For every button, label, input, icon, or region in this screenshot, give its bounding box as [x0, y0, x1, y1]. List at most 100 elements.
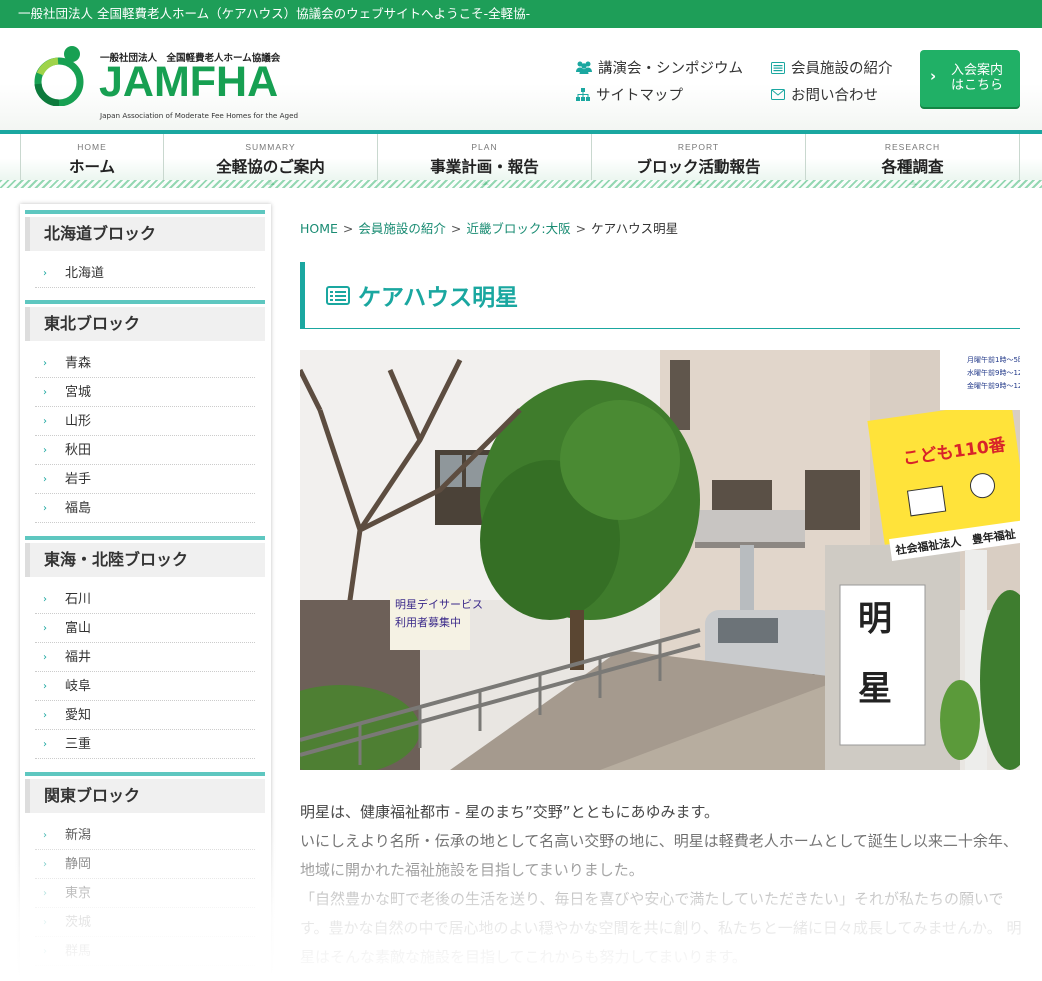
sidebar-item[interactable]: › 北海道 — [35, 259, 255, 288]
nav-research-en: RESEARCH — [884, 142, 941, 152]
sidebar-item[interactable]: › 福井 — [35, 643, 255, 672]
list-icon — [326, 285, 350, 305]
header-link-contact-label: お問い合わせ — [791, 88, 878, 104]
chevron-right-icon: › — [43, 681, 47, 692]
breadcrumb-home[interactable]: HOME — [300, 221, 338, 236]
photo-clinic-text3: 金曜午前9時～12時 — [967, 381, 1020, 390]
photo-stone-sign-char1: 明 — [858, 599, 892, 639]
nav-summary[interactable]: SUMMARY 全軽協のご案内 — [164, 134, 378, 185]
photo-clinic-text2: 水曜午前9時～12時 — [967, 368, 1020, 377]
chevron-right-icon: › — [43, 594, 47, 605]
header-link-contact[interactable]: お問い合わせ — [771, 84, 878, 105]
nav-research[interactable]: RESEARCH 各種調査 — [806, 134, 1020, 185]
chevron-right-icon: › — [930, 67, 937, 85]
sidebar-item-label: 群馬 — [65, 944, 92, 959]
welcome-bar: 一般社団法人 全国軽費老人ホーム（ケアハウス）協議会のウェブサイトへようこそ-全… — [0, 0, 1042, 28]
sidebar-item[interactable]: › 福島 — [35, 494, 255, 523]
chevron-right-icon: › — [43, 387, 47, 398]
logo-wordmark: JAMFHA — [99, 58, 279, 106]
join-button[interactable]: › 入会案内 はこちら — [920, 50, 1020, 107]
header-link-sitemap-label: サイトマップ — [596, 88, 683, 104]
sidebar-block-hokkaido: 北海道ブロック › 北海道 — [25, 210, 265, 288]
sidebar-block-tohoku: 東北ブロック › 青森 › 宮城 › 山形 › 秋田 › 岩手 › 福島 — [25, 300, 265, 523]
breadcrumb-facilities[interactable]: 会員施設の紹介 — [358, 221, 446, 236]
photo-clinic-text1: 月曜午前1時～5時 — [967, 355, 1020, 364]
list-icon — [771, 61, 785, 74]
logo-english: Japan Association of Moderate Fee Homes … — [100, 111, 299, 120]
nav-stripe — [0, 180, 1042, 188]
sidebar-item[interactable]: › 群馬 — [35, 937, 255, 966]
chevron-right-icon: › — [43, 917, 47, 928]
chevron-right-icon: › — [43, 830, 47, 841]
description-paragraph-2: いにしえより名所・伝承の地として名高い交野の地に、明星は軽費老人ホームとして誕生… — [300, 832, 1018, 879]
logo-mark-icon — [34, 46, 84, 106]
nav-report[interactable]: REPORT ブロック活動報告 — [592, 134, 806, 185]
sidebar-item[interactable]: › 静岡 — [35, 850, 255, 879]
sidebar-item[interactable]: › 石川 — [35, 585, 255, 614]
sidebar-block-tokai-hokuriku: 東海・北陸ブロック › 石川 › 富山 › 福井 › 岐阜 › 愛知 › 三重 — [25, 536, 265, 759]
nav-plan-en: PLAN — [471, 142, 498, 152]
chevron-right-icon: › — [43, 946, 47, 957]
sidebar-item[interactable]: › 茨城 — [35, 908, 255, 937]
nav-report-label: ブロック活動報告 — [636, 158, 761, 176]
chevron-right-icon: › — [43, 268, 47, 279]
sidebar-item[interactable]: › 山形 — [35, 407, 255, 436]
sidebar-item[interactable]: › 岩手 — [35, 465, 255, 494]
page-title-box: ケアハウス明星 — [300, 262, 1020, 329]
sidebar-item[interactable]: › 青森 — [35, 349, 255, 378]
sidebar-item-label: 静岡 — [65, 857, 92, 872]
sidebar-item-label: 福井 — [65, 650, 92, 665]
breadcrumb-current: ケアハウス明星 — [591, 221, 679, 236]
sidebar-item-label: 東京 — [65, 886, 92, 901]
sidebar: 北海道ブロック › 北海道 東北ブロック › 青森 › 宮城 › 山形 › 秋田 › 岩手 … — [20, 204, 271, 981]
chevron-right-icon: › — [43, 652, 47, 663]
sidebar-item[interactable]: › 東京 — [35, 879, 255, 908]
sidebar-item[interactable]: › 富山 — [35, 614, 255, 643]
sidebar-item[interactable]: › 秋田 — [35, 436, 255, 465]
sidebar-item-label: 青森 — [65, 356, 92, 371]
facility-description: 明星は、健康福祉都市 - 星のまち”交野”とともにあゆみます。 いにしえより名所… — [300, 798, 1025, 972]
sidebar-item[interactable]: › 岐阜 — [35, 672, 255, 701]
sidebar-item-label: 富山 — [65, 621, 92, 636]
chevron-right-icon: › — [43, 623, 47, 634]
sidebar-item[interactable]: › 三重 — [35, 730, 255, 759]
header-link-lectures[interactable]: 講演会・シンポジウム — [576, 57, 743, 78]
nav-plan[interactable]: PLAN 事業計画・報告 — [378, 134, 592, 185]
nav-research-label: 各種調査 — [881, 158, 944, 176]
sidebar-item-label: 愛知 — [65, 708, 92, 723]
header-link-facilities[interactable]: 会員施設の紹介 — [771, 57, 893, 78]
facility-photo-illustration: 明星デイサービス 利用者募集中 明 星 こども110番 社会福祉法人 豊年福祉 … — [300, 350, 1020, 770]
nav-home-en: HOME — [77, 142, 107, 152]
photo-banner-text2: 利用者募集中 — [395, 615, 461, 629]
breadcrumb-block[interactable]: 近畿ブロック:大阪 — [466, 221, 570, 236]
chevron-right-icon: › — [43, 445, 47, 456]
nav-home[interactable]: HOME ホーム — [20, 134, 164, 184]
header-link-sitemap[interactable]: サイトマップ — [576, 84, 683, 105]
sidebar-item-label: 三重 — [65, 737, 92, 752]
nav-plan-label: 事業計画・報告 — [430, 158, 539, 176]
sidebar-item-label: 岩手 — [65, 472, 92, 487]
sidebar-item[interactable]: › 愛知 — [35, 701, 255, 730]
sidebar-block-title: 東海・北陸ブロック — [25, 543, 265, 577]
breadcrumb-separator: > — [450, 221, 462, 236]
sidebar-item-label: 茨城 — [65, 915, 92, 930]
breadcrumb-separator: > — [342, 221, 354, 236]
breadcrumb: HOME > 会員施設の紹介 > 近畿ブロック:大阪 > ケアハウス明星 — [300, 218, 678, 237]
sidebar-block-title: 東北ブロック — [25, 307, 265, 341]
sidebar-item[interactable]: › 宮城 — [35, 378, 255, 407]
sidebar-item[interactable]: › 新潟 — [35, 821, 255, 850]
chevron-right-icon: › — [43, 859, 47, 870]
breadcrumb-separator: > — [575, 221, 587, 236]
sidebar-item-label: 石川 — [65, 592, 92, 607]
site-logo[interactable]: 一般社団法人 全国軽費老人ホーム協議会 JAMFHA Japan Associa… — [28, 44, 298, 136]
nav-report-en: REPORT — [677, 142, 720, 152]
chevron-right-icon: › — [43, 888, 47, 899]
sitemap-icon — [576, 88, 590, 101]
sidebar-item-label: 新潟 — [65, 828, 92, 843]
photo-stone-sign-char2: 星 — [858, 669, 892, 709]
chevron-right-icon: › — [43, 474, 47, 485]
chevron-right-icon: › — [43, 710, 47, 721]
description-paragraph-1: 明星は、健康福祉都市 - 星のまち”交野”とともにあゆみます。 — [300, 803, 719, 821]
welcome-text: 一般社団法人 全国軽費老人ホーム（ケアハウス）協議会のウェブサイトへようこそ-全… — [18, 6, 531, 21]
sidebar-block-title: 関東ブロック — [25, 779, 265, 813]
